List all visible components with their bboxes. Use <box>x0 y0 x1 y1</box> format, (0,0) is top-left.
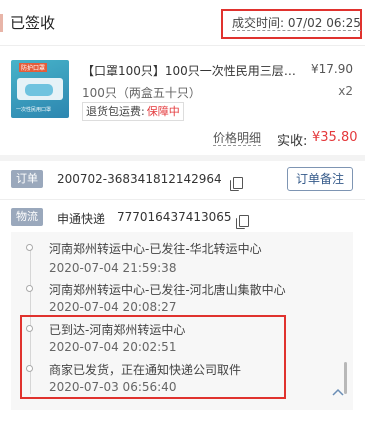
section-gap <box>0 155 365 161</box>
timeline-dot-icon <box>26 244 33 251</box>
timeline-scrollbar[interactable] <box>344 362 347 394</box>
order-remark-button[interactable]: 订单备注 <box>287 167 353 191</box>
product-quantity: x2 <box>338 84 353 98</box>
order-number: 200702-368341812142964 <box>57 172 222 186</box>
return-shipping-value: 保障中 <box>146 105 180 118</box>
order-tag: 订单 <box>11 170 43 188</box>
order-status: 已签收 <box>10 14 56 32</box>
product-title[interactable]: 【口罩100只】100只一次性民用三层防... <box>82 62 304 79</box>
timeline-dot-icon <box>26 325 33 332</box>
event-text: 河南郑州转运中心-已发往-华北转运中心 <box>49 242 262 256</box>
return-shipping-badge: 退货包运费: 保障中 <box>82 102 184 121</box>
event-time: 2020-07-04 20:02:51 <box>49 340 177 354</box>
paid-amount: ¥35.80 <box>312 130 358 145</box>
thumbnail-label-bottom: 一次性民用口罩 <box>16 107 52 113</box>
event-text: 已到达-河南郑州转运中心 <box>49 323 186 337</box>
event-time: 2020-07-03 06:56:40 <box>49 380 177 394</box>
paid-label: 实收: <box>277 134 308 149</box>
event-text: 河南郑州转运中心-已发往-河北唐山集散中心 <box>49 283 286 297</box>
deal-time[interactable]: 成交时间: 07/02 06:25 <box>232 16 361 31</box>
carrier-name: 申通快递 <box>57 212 106 226</box>
copy-icon[interactable] <box>235 214 249 229</box>
timeline-dot-icon <box>26 365 33 372</box>
product-price: ¥17.90 <box>311 62 353 76</box>
logistics-tag: 物流 <box>11 208 43 226</box>
timeline-dot-icon <box>26 285 33 292</box>
divider <box>0 45 365 46</box>
price-detail-link[interactable]: 价格明细 <box>213 131 262 146</box>
mask-graphic <box>25 84 53 96</box>
copy-icon[interactable] <box>230 176 243 191</box>
event-text: 商家已发货，正在通知快递公司取件 <box>49 363 242 377</box>
product-thumbnail[interactable]: 防护口罩 一次性民用口罩 <box>11 60 69 118</box>
tracking-number: 777016437413065 <box>117 210 232 224</box>
event-time: 2020-07-04 20:08:27 <box>49 300 177 314</box>
return-shipping-label: 退货包运费: <box>86 105 145 118</box>
product-spec: 100只（两盒五十只） <box>82 86 201 100</box>
divider <box>0 199 365 200</box>
thumbnail-label-top: 防护口罩 <box>19 63 48 72</box>
status-indicator-bar <box>0 14 3 32</box>
chevron-up-icon[interactable] <box>332 388 344 396</box>
event-time: 2020-07-04 21:59:38 <box>49 261 177 275</box>
